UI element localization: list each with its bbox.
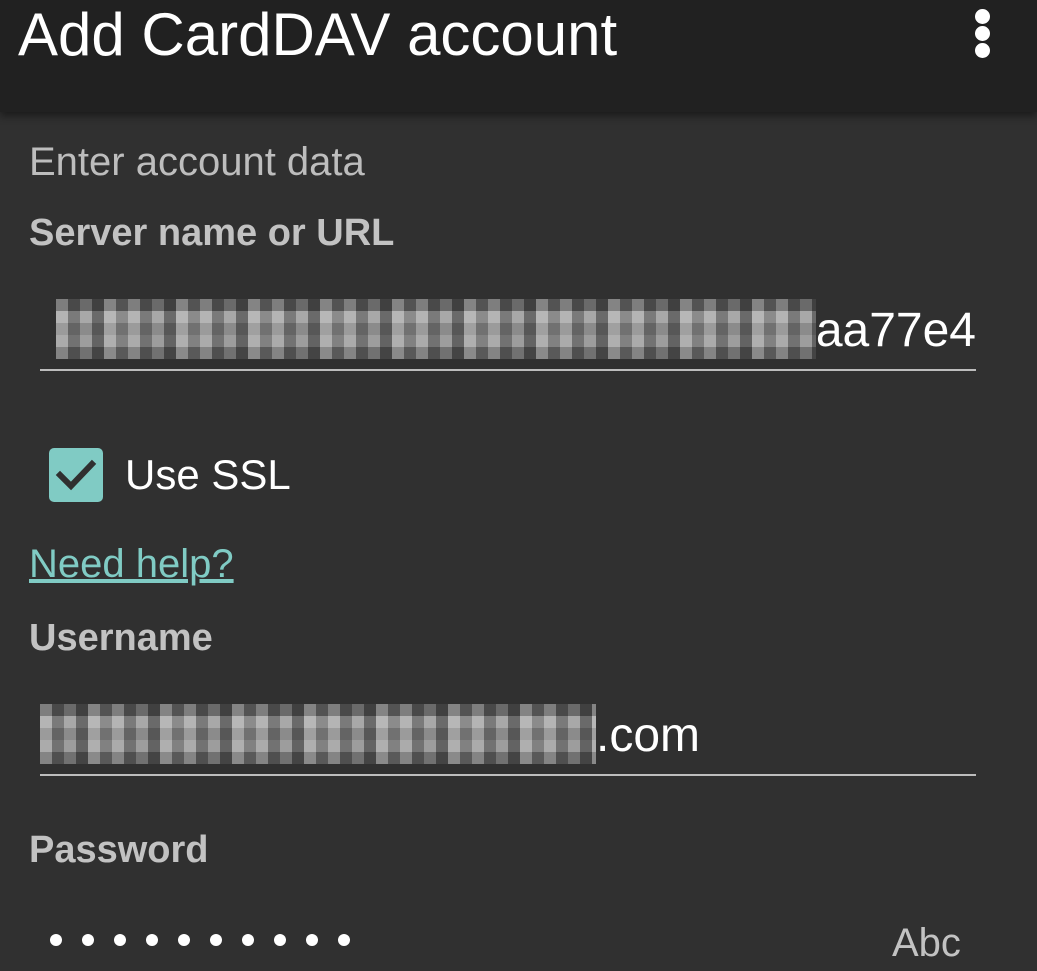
use-ssl-checkbox-row[interactable]: Use SSL: [49, 448, 291, 502]
check-icon: [55, 459, 97, 491]
server-url-value: aa77e4: [55, 299, 976, 359]
server-label: Server name or URL: [29, 212, 395, 254]
redacted-text: [40, 704, 596, 764]
server-url-input[interactable]: aa77e4: [40, 289, 976, 371]
page-title: Add CardDAV account: [18, 1, 618, 68]
username-label: Username: [29, 617, 213, 659]
more-vert-icon[interactable]: [960, 0, 1006, 66]
username-value: .com: [40, 704, 700, 764]
section-heading: Enter account data: [29, 140, 365, 184]
keyboard-mode-hint: Abc: [892, 921, 961, 965]
redacted-text: [55, 299, 816, 359]
add-carddav-screen: Add CardDAV account Enter account data S…: [0, 0, 1037, 971]
server-url-visible-text: aa77e4: [815, 304, 976, 357]
account-form: Enter account data Server name or URL aa…: [0, 112, 1037, 971]
need-help-link[interactable]: Need help?: [29, 540, 234, 588]
app-bar: Add CardDAV account: [0, 0, 1037, 112]
use-ssl-checkbox[interactable]: [49, 448, 103, 502]
username-visible-text: .com: [596, 709, 701, 762]
username-input[interactable]: .com: [40, 694, 976, 776]
password-input[interactable]: [50, 934, 350, 946]
password-label: Password: [29, 829, 209, 871]
use-ssl-label: Use SSL: [125, 451, 291, 498]
